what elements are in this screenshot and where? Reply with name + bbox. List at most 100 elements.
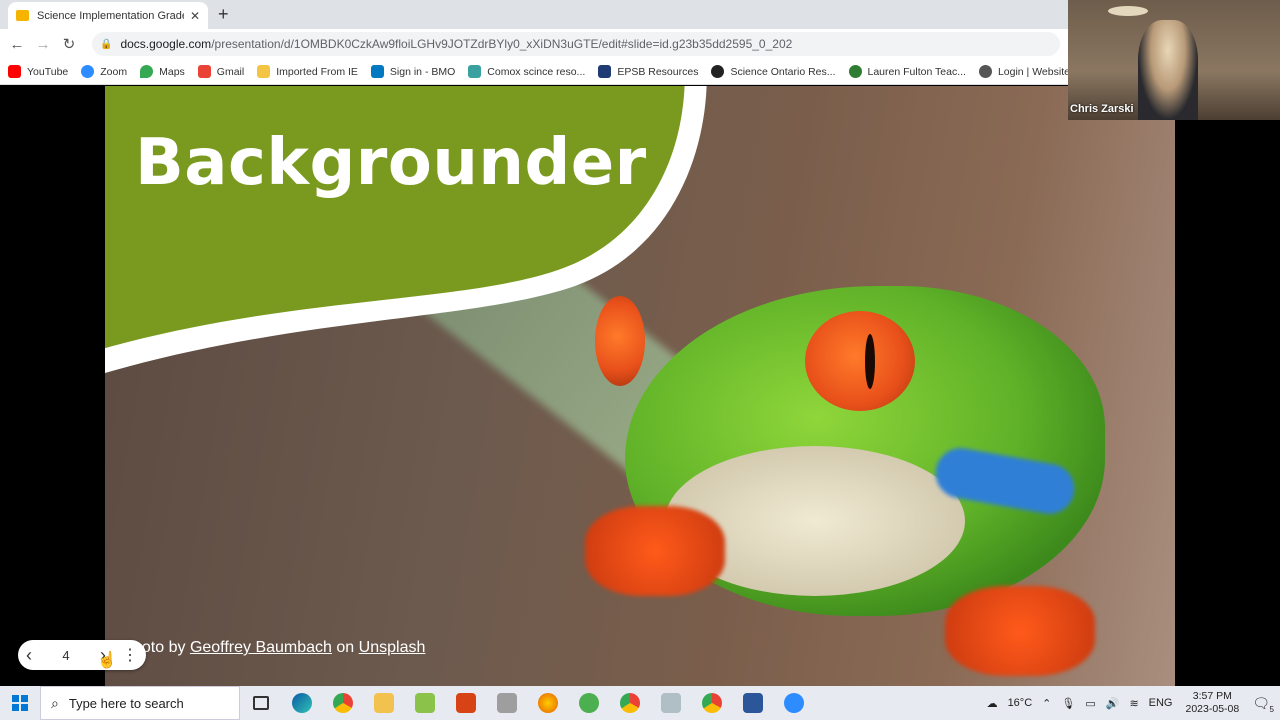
url-host: docs.google.com (120, 37, 212, 51)
bookmark-label: Imported From IE (276, 65, 358, 78)
frog-eye-right (805, 311, 915, 411)
bookmark-epsb[interactable]: EPSB Resources (598, 65, 698, 78)
bookmark-label: Gmail (216, 65, 245, 78)
zoom-icon (81, 65, 95, 78)
reload-icon[interactable]: ↻ (56, 35, 82, 53)
app-red-icon[interactable] (445, 686, 486, 720)
bookmark-label: EPSB Resources (617, 65, 699, 78)
url-text: docs.google.com/presentation/d/1OMBDK0Cz… (120, 37, 792, 51)
participant-name: Chris Zarski (1070, 103, 1134, 115)
chrome-icon[interactable] (322, 686, 363, 720)
clock-date: 2023-05-08 (1185, 703, 1240, 715)
microphone-icon[interactable]: 🎙 (1061, 697, 1075, 710)
pen-app-icon[interactable] (650, 686, 691, 720)
bookmark-comox[interactable]: Comox scince reso... (468, 65, 585, 78)
zoom-app-icon[interactable] (773, 686, 814, 720)
clock-time: 3:57 PM (1192, 690, 1232, 702)
chrome-icon-3[interactable] (691, 686, 732, 720)
bookmark-maps[interactable]: Maps (140, 65, 185, 78)
search-placeholder: Type here to search (68, 695, 184, 711)
lauren-fulton-icon (848, 65, 862, 78)
slide-title: Backgrounder (135, 126, 647, 200)
app-green-icon[interactable] (404, 686, 445, 720)
frog-foot-right (945, 586, 1095, 676)
taskbar-search[interactable]: ⌕ Type here to search (40, 686, 240, 720)
slide-controls: ‹ 4 › ⋮ (18, 640, 146, 670)
science-ontario-icon (711, 65, 725, 78)
bookmark-label: Sign in - BMO (389, 65, 456, 78)
ceiling-lamp (1108, 6, 1148, 16)
url-path: /presentation/d/1OMBDK0CzkAw9floiLGHv9JO… (211, 37, 793, 51)
show-hidden-icons[interactable]: ⌃ (1042, 697, 1051, 710)
bookmark-science-ontario[interactable]: Science Ontario Res... (711, 65, 836, 78)
tab-title: Science Implementation Grade 4 (37, 9, 184, 22)
folder-icon (257, 65, 271, 78)
weather-temp[interactable]: 16°C (1008, 697, 1033, 709)
browser-tab[interactable]: Science Implementation Grade 4 ✕ (8, 2, 208, 29)
firefox-icon[interactable] (527, 686, 568, 720)
lock-icon: 🔒 (100, 38, 113, 50)
file-explorer-icon[interactable] (363, 686, 404, 720)
windows-icon (12, 695, 28, 711)
clock[interactable]: 3:57 PM 2023-05-08 (1186, 690, 1240, 716)
app-gray-icon[interactable] (486, 686, 527, 720)
chrome-icon-2[interactable] (609, 686, 650, 720)
address-bar[interactable]: 🔒 docs.google.com/presentation/d/1OMBDK0… (92, 32, 1060, 56)
bookmark-label: Maps (159, 65, 185, 78)
youtube-icon (8, 65, 21, 78)
bookmarks-bar: YouTube Zoom Maps Gmail Imported From IE… (0, 59, 1068, 85)
bookmark-label: Science Ontario Res... (730, 65, 836, 78)
bookmark-folder-ie[interactable]: Imported From IE (257, 65, 358, 78)
bookmark-bmo[interactable]: Sign in - BMO (370, 65, 456, 78)
source-link[interactable]: Unsplash (359, 639, 426, 656)
back-icon[interactable]: ← (4, 36, 30, 53)
bookmark-zoom[interactable]: Zoom (81, 65, 127, 78)
notifications-icon[interactable]: 🗨 5 (1252, 695, 1274, 714)
language-indicator[interactable]: ENG (1149, 697, 1173, 709)
maps-icon (140, 65, 154, 78)
frog-foot-left (585, 506, 725, 596)
photo-credit: hoto by Geoffrey Baumbach on Unsplash (133, 639, 425, 657)
bookmark-label: YouTube (27, 65, 69, 78)
gmail-icon (197, 65, 211, 78)
task-view-icon[interactable] (240, 686, 281, 720)
bookmark-label: Lauren Fulton Teac... (867, 65, 966, 78)
credit-mid: on (336, 639, 355, 656)
wifi-icon[interactable]: ≋ (1129, 697, 1138, 710)
volume-icon[interactable]: 🔊 (1106, 697, 1120, 710)
battery-icon[interactable]: ▭ (1085, 697, 1095, 710)
bmo-icon (370, 65, 384, 78)
comox-icon (468, 65, 482, 78)
slides-icon (16, 10, 29, 21)
windows-taskbar: ⌕ Type here to search ☁ 16°C ⌃ 🎙 ▭ 🔊 ≋ E… (0, 686, 1280, 720)
bookmark-lauren-fulton[interactable]: Lauren Fulton Teac... (848, 65, 966, 78)
presentation-slide[interactable]: Backgrounder hoto by Geoffrey Baumbach o… (105, 86, 1175, 686)
tab-strip: Science Implementation Grade 4 ✕ + (0, 0, 1068, 29)
forward-icon[interactable]: → (30, 36, 56, 53)
close-tab-icon[interactable]: ✕ (190, 9, 200, 23)
system-tray: ☁ 16°C ⌃ 🎙 ▭ 🔊 ≋ ENG 3:57 PM 2023-05-08 … (982, 686, 1280, 720)
video-tile[interactable]: Chris Zarski (1068, 0, 1280, 120)
bookmark-label: Login | Website Ma... (997, 65, 1068, 78)
bookmark-login-website[interactable]: Login | Website Ma... (978, 65, 1068, 78)
edge-icon[interactable] (281, 686, 322, 720)
bookmark-youtube[interactable]: YouTube (8, 65, 68, 78)
more-options-icon[interactable]: ⋮ (122, 645, 138, 665)
word-icon[interactable] (732, 686, 773, 720)
prev-slide-button[interactable]: ‹ (26, 645, 32, 666)
bookmark-label: Zoom (100, 65, 128, 78)
participant-video (1138, 20, 1198, 120)
hand-cursor-icon: ☝ (97, 652, 117, 669)
website-icon (978, 65, 992, 78)
notification-count: 5 (1269, 704, 1274, 714)
frog-pupil (865, 334, 875, 389)
page-number[interactable]: 4 (48, 643, 84, 667)
author-link[interactable]: Geoffrey Baumbach (190, 639, 332, 656)
bookmark-gmail[interactable]: Gmail (197, 65, 245, 78)
weather-icon[interactable]: ☁ (987, 697, 998, 710)
epsb-icon (598, 65, 612, 78)
start-button[interactable] (0, 686, 40, 720)
bookmark-label: Comox scince reso... (487, 65, 586, 78)
app-star-icon[interactable] (568, 686, 609, 720)
new-tab-button[interactable]: + (218, 4, 229, 24)
